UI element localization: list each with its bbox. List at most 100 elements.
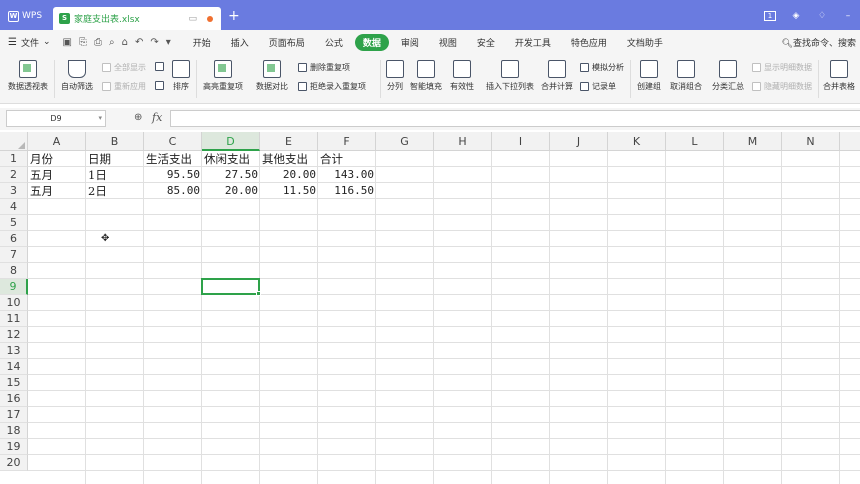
save-icon[interactable]: ▣	[63, 37, 72, 48]
row-header-1[interactable]: 1	[0, 151, 28, 167]
split-column-button[interactable]: 分列	[384, 60, 406, 92]
cell-a1[interactable]: 月份	[28, 151, 86, 167]
column-header-i[interactable]: I	[492, 132, 550, 151]
active-cell-selection[interactable]	[201, 278, 261, 296]
column-header-c[interactable]: C	[144, 132, 202, 151]
ribbon-tab-8[interactable]: 开发工具	[507, 34, 559, 51]
sort-ascending-button[interactable]	[155, 62, 164, 71]
file-menu-button[interactable]: ☰ 文件 ⌄	[0, 36, 59, 49]
column-header-e[interactable]: E	[260, 132, 318, 151]
cell-a3[interactable]: 五月	[28, 183, 86, 199]
ribbon-tab-0[interactable]: 开始	[185, 34, 219, 51]
row-header-14[interactable]: 14	[0, 359, 28, 375]
tab-restore-icon[interactable]: ▭	[188, 14, 197, 24]
ribbon-tab-3[interactable]: 公式	[317, 34, 351, 51]
merge-tables-button[interactable]: 合并表格	[822, 60, 856, 92]
row-header-15[interactable]: 15	[0, 375, 28, 391]
print-preview-icon[interactable]: ⌕	[109, 37, 115, 48]
ribbon-tab-2[interactable]: 页面布局	[261, 34, 313, 51]
redo-icon[interactable]: ↷	[150, 37, 158, 48]
row-header-10[interactable]: 10	[0, 295, 28, 311]
print-icon[interactable]: ⎙	[94, 37, 102, 48]
shirt-icon[interactable]: ♢	[816, 11, 828, 21]
fill-handle[interactable]	[256, 291, 261, 296]
command-search[interactable]: 🔍︎查找命令、搜索	[782, 36, 856, 49]
ribbon-tab-6[interactable]: 视图	[431, 34, 465, 51]
cell-b3[interactable]: 2日	[86, 183, 144, 199]
zoom-icon[interactable]: ⊕	[134, 112, 142, 123]
show-all-button[interactable]: 全部显示	[102, 62, 146, 73]
sort-button[interactable]: 排序	[168, 60, 194, 92]
sort-descending-button[interactable]	[155, 81, 164, 90]
smart-fill-button[interactable]: 智能填充	[408, 60, 444, 92]
ribbon-tab-7[interactable]: 安全	[469, 34, 503, 51]
cell-e2[interactable]: 20.00	[260, 167, 318, 183]
record-form-button[interactable]: 记录单	[580, 81, 616, 92]
row-header-9[interactable]: 9	[0, 279, 28, 295]
row-header-2[interactable]: 2	[0, 167, 28, 183]
skin-icon[interactable]: ◈	[790, 11, 802, 21]
row-header-17[interactable]: 17	[0, 407, 28, 423]
remove-duplicates-button[interactable]: 删除重复项	[298, 62, 350, 73]
page-count-icon[interactable]: 1	[764, 11, 776, 21]
insert-dropdown-button[interactable]: 插入下拉列表	[484, 60, 536, 92]
show-detail-button[interactable]: 显示明细数据	[752, 62, 812, 73]
row-header-16[interactable]: 16	[0, 391, 28, 407]
select-all-corner[interactable]	[0, 132, 28, 151]
ribbon-tab-1[interactable]: 插入	[223, 34, 257, 51]
column-header-m[interactable]: M	[724, 132, 782, 151]
customize-qa-icon[interactable]: ▾	[166, 37, 171, 48]
column-header-h[interactable]: H	[434, 132, 492, 151]
row-header-12[interactable]: 12	[0, 327, 28, 343]
document-tab[interactable]: S 家庭支出表.xlsx ▭	[53, 7, 221, 30]
cell-b1[interactable]: 日期	[86, 151, 144, 167]
autofilter-button[interactable]: 自动筛选	[58, 60, 96, 92]
hide-detail-button[interactable]: 隐藏明细数据	[752, 81, 812, 92]
row-header-5[interactable]: 5	[0, 215, 28, 231]
ribbon-tab-9[interactable]: 特色应用	[563, 34, 615, 51]
function-icon[interactable]: fx	[152, 111, 162, 124]
create-group-button[interactable]: 创建组	[634, 60, 664, 92]
reject-duplicates-button[interactable]: 拒绝录入重复项	[298, 81, 366, 92]
cell-area[interactable]: 月份 日期 生活支出 休闲支出 其他支出 合计 五月 1日 95.50 27.50 20.00 143…	[28, 151, 860, 484]
ribbon-tab-10[interactable]: 文档助手	[619, 34, 671, 51]
column-header-f[interactable]: F	[318, 132, 376, 151]
highlight-duplicates-button[interactable]: 高亮重复项	[198, 60, 248, 92]
column-header-g[interactable]: G	[376, 132, 434, 151]
cell-f1[interactable]: 合计	[318, 151, 376, 167]
ungroup-button[interactable]: 取消组合	[666, 60, 706, 92]
cell-d1[interactable]: 休闲支出	[202, 151, 260, 167]
cell-f3[interactable]: 116.50	[318, 183, 376, 199]
row-header-8[interactable]: 8	[0, 263, 28, 279]
cell-c3[interactable]: 85.00	[144, 183, 202, 199]
unsaved-dot-icon[interactable]	[207, 15, 213, 22]
cell-c2[interactable]: 95.50	[144, 167, 202, 183]
column-header-a[interactable]: A	[28, 132, 86, 151]
reapply-button[interactable]: 重新应用	[102, 81, 146, 92]
minimize-icon[interactable]: –	[842, 11, 854, 21]
column-header-d[interactable]: D	[202, 132, 260, 151]
column-header-j[interactable]: J	[550, 132, 608, 151]
export-icon[interactable]: ⎘	[79, 37, 87, 48]
cell-b2[interactable]: 1日	[86, 167, 144, 183]
column-header-l[interactable]: L	[666, 132, 724, 151]
cell-d2[interactable]: 27.50	[202, 167, 260, 183]
format-painter-icon[interactable]: ⌂	[122, 37, 128, 48]
cell-a2[interactable]: 五月	[28, 167, 86, 183]
row-header-18[interactable]: 18	[0, 423, 28, 439]
row-header-4[interactable]: 4	[0, 199, 28, 215]
cell-e3[interactable]: 11.50	[260, 183, 318, 199]
subtotal-button[interactable]: 分类汇总	[710, 60, 746, 92]
column-header-b[interactable]: B	[86, 132, 144, 151]
row-header-19[interactable]: 19	[0, 439, 28, 455]
row-header-13[interactable]: 13	[0, 343, 28, 359]
pivot-table-button[interactable]: 数据透视表	[6, 60, 50, 92]
ribbon-tab-4[interactable]: 数据	[354, 33, 389, 51]
row-header-6[interactable]: 6	[0, 231, 28, 247]
wps-home-tab[interactable]: W WPS	[4, 7, 50, 25]
cell-e1[interactable]: 其他支出	[260, 151, 318, 167]
what-if-button[interactable]: 模拟分析	[580, 62, 624, 73]
ribbon-tab-5[interactable]: 审阅	[393, 34, 427, 51]
row-header-20[interactable]: 20	[0, 455, 28, 471]
cell-c1[interactable]: 生活支出	[144, 151, 202, 167]
